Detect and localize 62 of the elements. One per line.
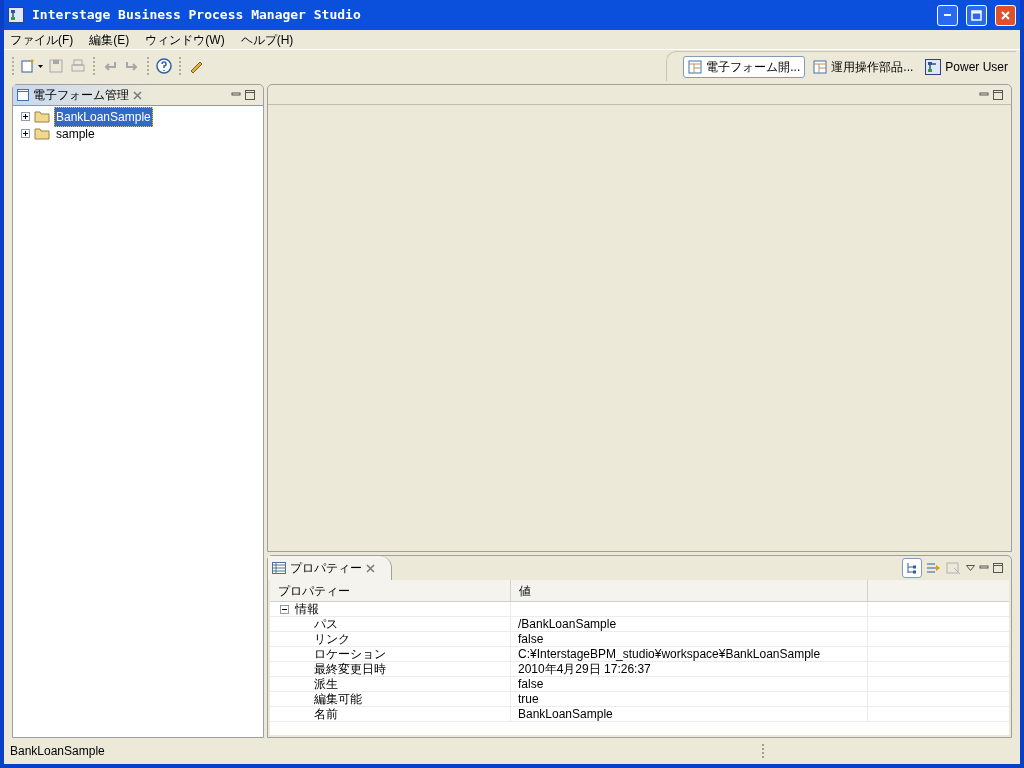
floppy-icon [48,58,64,74]
window-icon [17,89,29,101]
view-tab[interactable]: プロパティー [268,556,392,580]
maximize-icon[interactable] [993,89,1003,100]
maximize-icon [971,9,982,21]
property-value: false [518,632,544,646]
menu-item[interactable]: ファイル(F) [10,30,74,49]
column-header[interactable]: プロパティー [270,580,511,601]
perspective-button[interactable]: Power User [921,55,1012,78]
property-name: リンク [314,632,350,646]
collapse-icon[interactable] [280,604,289,614]
perspective-button[interactable]: 電子フォーム開... [683,55,806,78]
property-value: C:¥InterstageBPM_studio¥workspace¥BankLoanSample [518,647,821,661]
app-icon [8,7,24,23]
maximize-icon[interactable] [245,90,255,100]
caret-icon[interactable] [966,565,975,571]
toolbar-button[interactable] [153,58,175,74]
hierarchy-icon [906,562,918,574]
close-icon[interactable] [133,90,142,100]
property-value: /BankLoanSample [518,617,617,631]
property-value: BankLoanSample [518,707,613,721]
property-value: 2010年4月29日 17:26:37 [518,662,651,676]
diagram-icon [925,58,942,75]
tree-item[interactable]: BankLoanSample [54,106,153,127]
property-value: false [518,677,544,691]
maximize-icon[interactable] [993,563,1003,573]
table-icon [688,59,703,74]
help-icon [156,58,172,74]
table-icon [272,562,286,574]
property-name: 名前 [314,707,338,721]
expand-icon[interactable] [21,129,30,138]
minimize-button[interactable] [937,4,958,26]
minimize-icon [944,14,951,16]
menu-item[interactable]: 編集(E) [89,30,130,49]
property-name: 最終変更日時 [314,662,386,676]
property-value: true [518,692,539,706]
tree-view-button[interactable] [902,558,922,578]
group-label: 情報 [295,601,319,618]
column-header[interactable]: 値 [511,580,868,601]
maximize-button[interactable] [966,4,987,26]
close-button[interactable] [995,4,1016,26]
folder-icon [34,127,50,140]
perspective-button[interactable]: 運用操作部品... [809,55,918,78]
close-icon [1000,9,1011,21]
printer-icon [70,58,86,74]
table-icon [813,59,828,74]
window-title: Interstage Business Process Manager Studio [32,6,362,25]
property-name: パス [314,617,338,631]
toolbar-button[interactable] [18,58,45,74]
property-name: 編集可能 [314,692,362,706]
property-name: ロケーション [314,647,386,661]
folder-icon [34,110,50,123]
status-text: BankLoanSample [10,743,106,760]
property-name: 派生 [314,677,338,691]
caret-icon [38,64,43,68]
expand-icon[interactable] [21,112,30,121]
close-icon[interactable] [366,563,375,573]
menu-item[interactable]: ウィンドウ(W) [145,30,225,49]
new-file-icon [20,58,36,74]
menu-item[interactable]: ヘルプ(H) [240,30,294,49]
view-title: 電子フォーム管理 [33,87,129,104]
view-title: プロパティー [290,560,362,577]
